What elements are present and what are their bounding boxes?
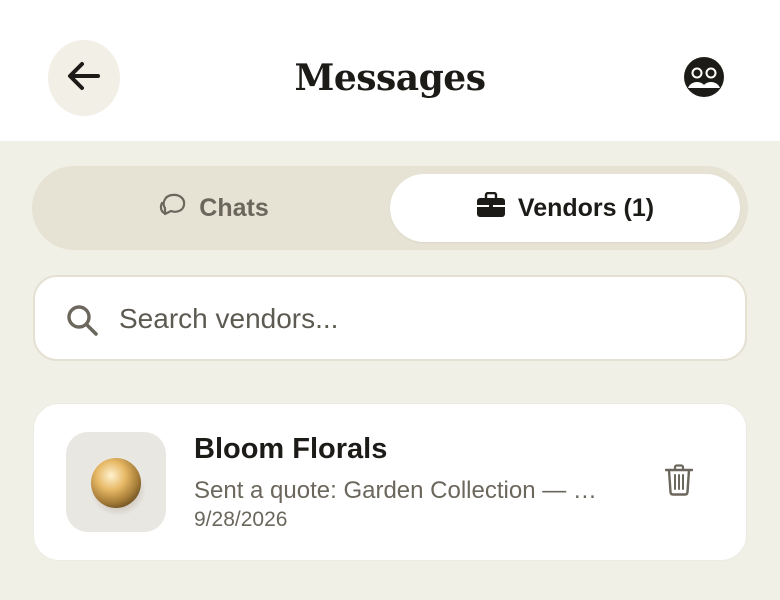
tab-chats-label: Chats: [199, 193, 269, 222]
vendor-date: 9/28/2026: [194, 508, 288, 531]
search-input[interactable]: [119, 299, 719, 339]
chat-bubbles-icon: [159, 191, 187, 226]
search-bar: [33, 275, 747, 361]
vendor-avatar: [66, 432, 166, 532]
header: Messages: [0, 0, 780, 141]
tab-bar: Chats Vendors (1): [32, 166, 748, 250]
tab-chats[interactable]: Chats: [40, 174, 388, 242]
profile-button[interactable]: [682, 55, 726, 104]
search-icon: [65, 303, 99, 342]
page-title: Messages: [294, 57, 486, 99]
users-icon: [682, 55, 726, 104]
tab-vendors-label: Vendors (1): [517, 193, 655, 222]
trash-icon: [664, 463, 694, 501]
briefcase-icon: [476, 191, 506, 225]
delete-button[interactable]: [662, 463, 696, 501]
tab-vendors[interactable]: Vendors (1): [390, 174, 740, 242]
vendor-list-item[interactable]: Bloom Florals Sent a quote: Garden Colle…: [33, 403, 747, 561]
vendor-last-message: Sent a quote: Garden Collection — …: [194, 477, 597, 504]
vendor-name: Bloom Florals: [194, 433, 388, 465]
